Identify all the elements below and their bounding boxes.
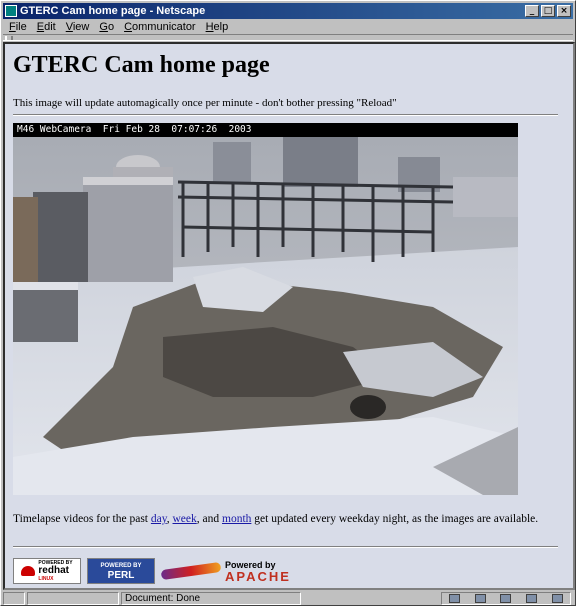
composer-icon[interactable] bbox=[551, 593, 563, 603]
construction-site-photo bbox=[13, 137, 518, 495]
page-content: GTERC Cam home page This image will upda… bbox=[3, 42, 575, 590]
timelapse-prefix: Timelapse videos for the past bbox=[13, 513, 151, 525]
menu-file[interactable]: File bbox=[9, 21, 27, 33]
component-bar bbox=[441, 591, 571, 605]
window-title: GTERC Cam home page - Netscape bbox=[20, 5, 206, 17]
status-bar: Document: Done bbox=[3, 591, 573, 605]
page-heading: GTERC Cam home page bbox=[13, 52, 270, 78]
intro-text: This image will update automagically onc… bbox=[13, 97, 397, 109]
title-bar[interactable]: GTERC Cam home page - Netscape _ □ × bbox=[3, 3, 573, 19]
mail-icon[interactable] bbox=[474, 593, 486, 603]
menu-go[interactable]: Go bbox=[99, 21, 114, 33]
redhat-line3: LINUX bbox=[38, 576, 54, 582]
menu-communicator[interactable]: Communicator bbox=[124, 21, 196, 33]
link-month[interactable]: month bbox=[222, 513, 251, 525]
apache-line2: APACHE bbox=[225, 569, 291, 584]
status-text: Document: Done bbox=[121, 591, 301, 605]
apache-feather-icon bbox=[160, 561, 222, 581]
menu-help[interactable]: Help bbox=[206, 21, 229, 33]
webcam-caption: M46 WebCamera Fri Feb 28 07:07:26 2003 bbox=[13, 123, 518, 137]
collapsed-toolbar[interactable] bbox=[3, 34, 573, 41]
link-week[interactable]: week bbox=[173, 513, 197, 525]
link-day[interactable]: day bbox=[151, 513, 167, 525]
newsgroups-icon[interactable] bbox=[500, 593, 512, 603]
minimize-button[interactable]: _ bbox=[525, 5, 539, 17]
timelapse-sep2: , and bbox=[196, 513, 222, 525]
navigator-icon[interactable] bbox=[449, 593, 461, 603]
menu-bar: File Edit View Go Communicator Help bbox=[3, 19, 573, 34]
perl-line2: PERL bbox=[107, 570, 135, 581]
progress-bar bbox=[27, 591, 119, 605]
perl-badge[interactable]: POWERED BY PERL bbox=[87, 558, 155, 584]
powered-by-badges: POWERED BY redhat LINUX POWERED BY PERL … bbox=[13, 556, 367, 586]
redhat-badge[interactable]: POWERED BY redhat LINUX bbox=[13, 558, 81, 584]
address-book-icon[interactable] bbox=[526, 593, 538, 603]
menu-view[interactable]: View bbox=[66, 21, 90, 33]
apache-badge[interactable]: Powered by APACHE bbox=[160, 558, 361, 584]
toolbar-grip-icon[interactable] bbox=[5, 36, 13, 40]
netscape-icon bbox=[5, 5, 17, 17]
redhat-line2: redhat bbox=[38, 565, 69, 576]
redhat-logo-icon bbox=[21, 566, 36, 576]
timelapse-text: Timelapse videos for the past day, week,… bbox=[13, 513, 538, 525]
security-lock-icon[interactable] bbox=[3, 591, 25, 605]
menu-edit[interactable]: Edit bbox=[37, 21, 56, 33]
divider-bottom bbox=[13, 546, 558, 548]
close-button[interactable]: × bbox=[557, 5, 571, 17]
maximize-button[interactable]: □ bbox=[541, 5, 555, 17]
browser-window: GTERC Cam home page - Netscape _ □ × Fil… bbox=[0, 0, 576, 606]
divider-top bbox=[13, 114, 558, 116]
timelapse-suffix: get updated every weekday night, as the … bbox=[251, 513, 539, 525]
webcam-image: M46 WebCamera Fri Feb 28 07:07:26 2003 bbox=[13, 123, 518, 495]
